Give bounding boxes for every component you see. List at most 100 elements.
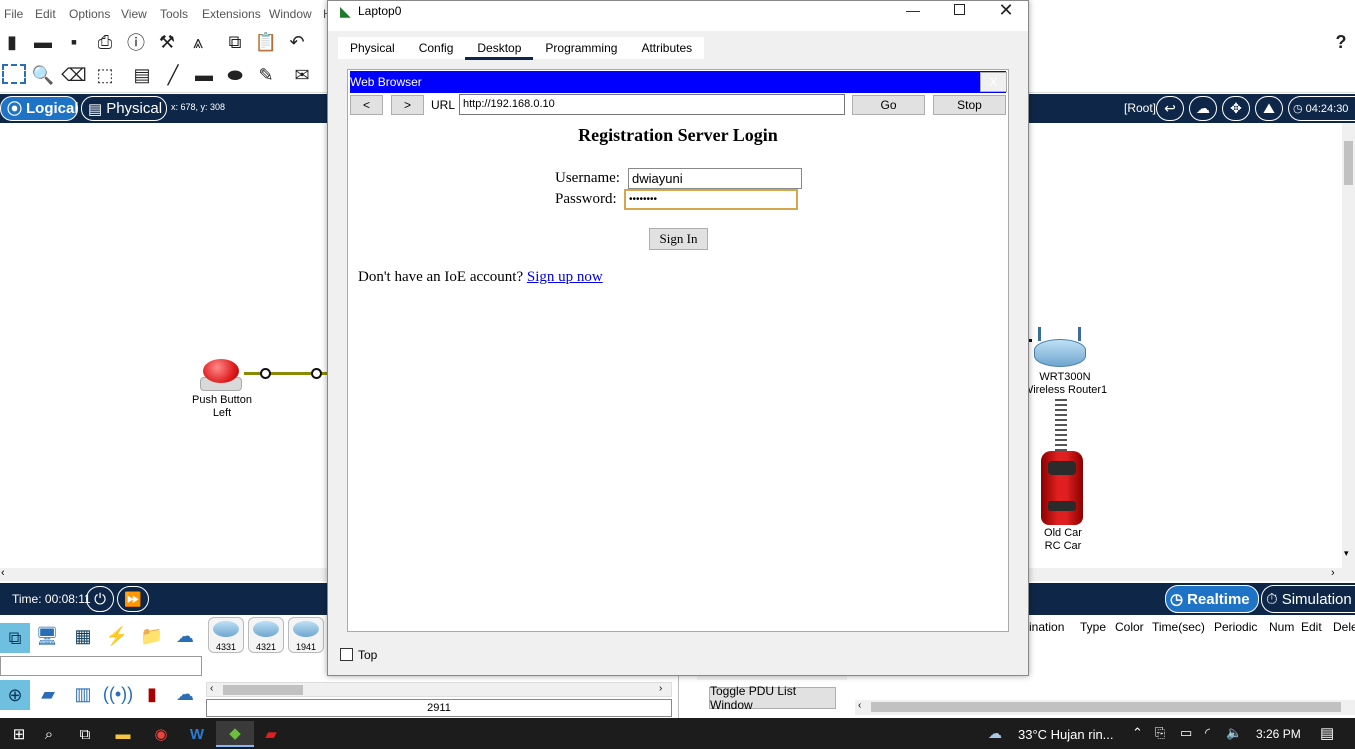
help-icon[interactable]: ? (1330, 31, 1352, 53)
info-icon[interactable]: ⓘ (125, 31, 147, 53)
menu-file[interactable]: File (4, 7, 23, 21)
wireless-router-device[interactable] (1034, 327, 1086, 369)
resize-icon[interactable]: ⬚ (94, 64, 116, 86)
close-icon[interactable]: ✕ (995, 0, 1017, 21)
tab-physical[interactable]: Physical (338, 37, 407, 59)
fast-forward-icon[interactable]: ⏩ (117, 586, 149, 612)
network-devices-icon[interactable]: ⧉ (0, 623, 30, 653)
open-folder-icon[interactable]: ▬ (32, 31, 54, 53)
menu-edit[interactable]: Edit (35, 7, 56, 21)
print-icon[interactable]: ⎙ (94, 31, 116, 53)
window-titlebar[interactable]: ◣ Laptop0 — ✕ (328, 0, 1028, 31)
inspect-icon[interactable]: 🔍 (32, 64, 54, 86)
system-clock[interactable]: 3:26 PM (1256, 727, 1301, 741)
file-explorer-icon[interactable]: ▬ (104, 721, 142, 747)
notifications-icon[interactable]: ▤ (1320, 724, 1334, 742)
battery-icon[interactable]: ▭ (1180, 725, 1192, 741)
forward-button[interactable]: > (391, 95, 424, 115)
menu-tools[interactable]: Tools (160, 7, 188, 21)
model-list-scrollbar[interactable]: ‹ › (206, 682, 672, 697)
menu-extensions[interactable]: Extensions (202, 7, 261, 21)
device-search-box[interactable] (0, 656, 202, 676)
scroll-left-icon[interactable]: ‹ (858, 700, 861, 711)
paste-icon[interactable]: 📋 (255, 31, 277, 53)
push-button-device[interactable] (197, 357, 243, 397)
menu-view[interactable]: View (121, 7, 147, 21)
line-icon[interactable]: ╱ (162, 64, 184, 86)
meet-now-icon[interactable]: ⎘ (1155, 725, 1165, 741)
delete-icon[interactable]: ⌫ (61, 64, 86, 86)
tab-programming[interactable]: Programming (533, 37, 629, 59)
scroll-down-icon[interactable]: ▾ (1344, 548, 1349, 559)
undo-icon[interactable]: ↶ (286, 31, 308, 53)
save-icon[interactable]: ▪ (63, 31, 85, 53)
end-devices-icon[interactable]: 🖥 (36, 625, 59, 647)
scroll-right-icon[interactable]: › (1331, 567, 1335, 579)
chrome-icon[interactable]: ◉ (142, 721, 180, 747)
background-icon[interactable]: ⛰ (1255, 96, 1283, 121)
wan-emulation-icon[interactable]: ☁ (174, 683, 196, 705)
activity-wizard-icon[interactable]: ⩓ (187, 31, 209, 53)
weather-text[interactable]: 33°C Hujan rin... (1018, 727, 1114, 742)
maximize-icon[interactable] (954, 4, 965, 15)
connections-icon[interactable]: ⚡ (106, 625, 128, 647)
new-file-icon[interactable]: ▮ (1, 31, 23, 53)
packet-tracer-icon[interactable]: ◆ (216, 721, 254, 747)
simulation-mode-button[interactable]: ⏱ Simulation (1261, 585, 1355, 613)
tray-expand-icon[interactable]: ⌃ (1132, 725, 1143, 741)
miscellaneous-icon[interactable]: 📁 (141, 625, 163, 647)
weather-icon[interactable]: ☁ (988, 725, 1002, 742)
copy-icon[interactable]: ⧉ (224, 31, 246, 53)
back-button[interactable]: < (350, 95, 383, 115)
pdf-reader-icon[interactable]: ▰ (252, 721, 290, 747)
scroll-thumb[interactable] (1344, 141, 1353, 185)
switches-icon[interactable]: ▰ (37, 683, 59, 705)
model-1941[interactable]: 1941 (288, 617, 324, 653)
stop-button[interactable]: Stop (933, 95, 1006, 115)
multiuser-icon[interactable]: ☁ (174, 625, 196, 647)
back-icon[interactable]: ↩ (1156, 96, 1184, 121)
username-input[interactable]: dwiayuni (628, 168, 802, 189)
ellipse-icon[interactable]: ⬬ (224, 64, 246, 86)
scroll-thumb[interactable] (223, 685, 303, 695)
simple-pdu-icon[interactable]: ✉ (291, 64, 313, 86)
wifi-icon[interactable]: ◜ (1205, 725, 1210, 741)
model-4331[interactable]: 4331 (208, 617, 244, 653)
scroll-left-icon[interactable]: ‹ (1, 567, 5, 579)
toggle-pdu-list-button[interactable]: Toggle PDU List Window (709, 684, 836, 712)
wireless-devices-icon[interactable]: ((•)) (103, 683, 133, 705)
model-4321[interactable]: 4321 (248, 617, 284, 653)
power-cycle-icon[interactable]: ⏻ (86, 586, 114, 612)
signup-link[interactable]: Sign up now (527, 269, 603, 285)
move-icon[interactable]: ✥ (1222, 96, 1250, 121)
physical-view-button[interactable]: ▤ Physical (81, 96, 167, 121)
url-input[interactable]: http://192.168.0.10 (459, 94, 845, 115)
scroll-right-icon[interactable]: › (659, 683, 662, 694)
security-icon[interactable]: ▮ (141, 683, 163, 705)
workspace-vertical-scrollbar[interactable]: ▾ (1342, 123, 1355, 568)
freeform-icon[interactable]: ✎ (255, 64, 277, 86)
hubs-icon[interactable]: ▥ (72, 683, 94, 705)
go-button[interactable]: Go (852, 95, 925, 115)
viewport-clock[interactable]: ◷ 04:24:30 (1288, 96, 1355, 121)
top-checkbox[interactable] (340, 648, 353, 661)
pdu-scrollbar[interactable]: ‹ (855, 700, 1355, 715)
tab-config[interactable]: Config (407, 37, 466, 59)
sign-in-button[interactable]: Sign In (649, 228, 708, 250)
scroll-left-icon[interactable]: ‹ (210, 683, 213, 694)
components-icon[interactable]: ▦ (72, 625, 94, 647)
menu-window[interactable]: Window (269, 7, 312, 21)
rectangle-icon[interactable]: ▬ (193, 64, 215, 86)
note-icon[interactable]: ▤ (131, 64, 153, 86)
realtime-mode-button[interactable]: ◷ Realtime (1165, 585, 1259, 613)
search-icon[interactable]: ⌕ (30, 721, 68, 747)
tab-desktop[interactable]: Desktop (465, 37, 534, 60)
task-view-icon[interactable]: ⧉ (66, 721, 104, 747)
scroll-thumb[interactable] (871, 702, 1341, 712)
select-icon[interactable] (2, 64, 26, 84)
network-wizard-icon[interactable]: ⚒ (156, 31, 178, 53)
browser-close-button[interactable]: X (980, 72, 1007, 92)
minimize-icon[interactable]: — (902, 0, 924, 21)
tab-attributes[interactable]: Attributes (629, 37, 704, 59)
logical-view-button[interactable]: ⦿ Logical (0, 96, 79, 121)
